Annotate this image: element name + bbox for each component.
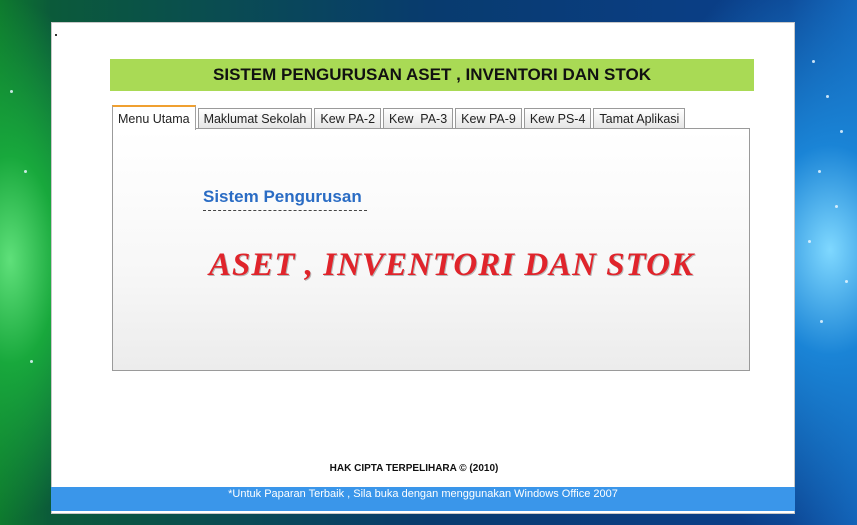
tab-maklumat-sekolah[interactable]: Maklumat Sekolah <box>197 108 313 129</box>
tab-kew-pa-2[interactable]: Kew PA-2 <box>314 108 382 129</box>
app-window: SISTEM PENGURUSAN ASET , INVENTORI DAN S… <box>51 22 795 514</box>
tab-kew-ps-4[interactable]: Kew PS-4 <box>523 108 592 129</box>
sparkle <box>840 130 843 133</box>
panel-subtitle: Sistem Pengurusan <box>203 187 367 211</box>
sparkle <box>835 205 838 208</box>
sparkle <box>10 90 13 93</box>
tab-panel-menu-utama: Sistem Pengurusan ASET , INVENTORI DAN S… <box>112 128 750 371</box>
tab-kew-pa-9[interactable]: Kew PA-9 <box>455 108 522 129</box>
footer-note: *Untuk Paparan Terbaik , Sila buka denga… <box>51 487 795 511</box>
sparkle <box>826 95 829 98</box>
panel-main-title: ASET , INVENTORI DAN STOK <box>209 247 694 283</box>
tab-menu-utama[interactable]: Menu Utama <box>112 105 196 130</box>
sparkle <box>845 280 848 283</box>
banner-title: SISTEM PENGURUSAN ASET , INVENTORI DAN S… <box>110 59 754 91</box>
sparkle <box>820 320 823 323</box>
copyright-text: HAK CIPTA TERPELIHARA © (2010) <box>329 463 499 474</box>
sparkle <box>818 170 821 173</box>
sparkle <box>808 240 811 243</box>
tab-kew-pa-3[interactable]: Kew PA-3 <box>383 108 454 129</box>
tab-tamat-aplikasi[interactable]: Tamat Aplikasi <box>593 108 686 129</box>
corner-dot <box>55 34 57 36</box>
sparkle <box>812 60 815 63</box>
tab-bar: Menu Utama Maklumat Sekolah Kew PA-2 Kew… <box>112 104 687 130</box>
sparkle <box>30 360 33 363</box>
sparkle <box>24 170 27 173</box>
